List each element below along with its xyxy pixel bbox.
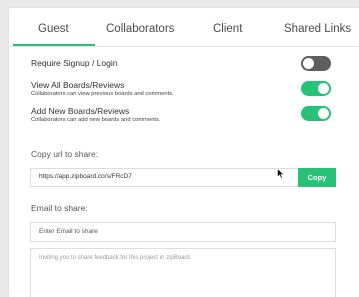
invite-message-textarea[interactable]: Inviting you to share feedback for this …: [30, 248, 336, 297]
toggle-knob: [303, 58, 314, 69]
tab-guest[interactable]: Guest: [38, 23, 69, 35]
add-new-boards-toggle[interactable]: [301, 106, 331, 121]
email-placeholder: Enter Email to share: [39, 228, 98, 235]
add-new-boards-label: Add New Boards/Reviews: [31, 106, 130, 116]
tab-client[interactable]: Client: [213, 23, 242, 35]
toggle-knob: [318, 83, 329, 94]
share-url-field[interactable]: https://app.zipboard.co/s/FRcD7: [30, 168, 300, 187]
tab-shared-links[interactable]: Shared Links: [284, 23, 351, 35]
view-all-boards-label: View All Boards/Reviews: [31, 80, 125, 90]
share-tabs: Guest Collaborators Client Shared Links: [9, 8, 359, 47]
email-label: Email to share:: [31, 203, 88, 213]
copy-button[interactable]: Copy: [298, 168, 336, 187]
tab-collaborators[interactable]: Collaborators: [106, 23, 174, 35]
view-all-boards-toggle[interactable]: [301, 81, 331, 96]
require-signup-toggle[interactable]: [301, 56, 331, 71]
active-tab-indicator: [13, 44, 95, 46]
share-settings-panel: Guest Collaborators Client Shared Links …: [9, 8, 359, 297]
copy-url-label: Copy url to share:: [31, 149, 99, 159]
add-new-boards-description: Collaborators can add new boards and com…: [31, 117, 161, 123]
toggle-knob: [318, 108, 329, 119]
share-url-value: https://app.zipboard.co/s/FRcD7: [39, 173, 132, 180]
email-input[interactable]: Enter Email to share: [30, 222, 336, 242]
view-all-boards-description: Collaborators can view previous boards a…: [31, 91, 174, 97]
require-signup-label: Require Signup / Login: [31, 58, 118, 68]
mouse-pointer-icon: [277, 168, 285, 179]
invite-message-text: Inviting you to share feedback for this …: [39, 255, 192, 261]
